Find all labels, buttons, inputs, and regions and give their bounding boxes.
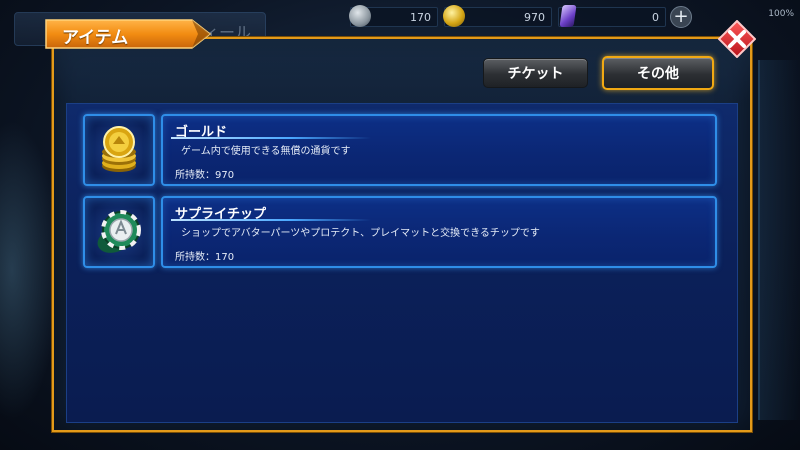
add-gem-button[interactable]: + — [670, 6, 692, 28]
supply-chip-icon — [97, 210, 141, 253]
dialog-title-tab: アイテム — [42, 18, 214, 50]
gold-count: 970 — [524, 10, 545, 24]
close-button[interactable] — [718, 20, 756, 58]
item-count: 所持数：970 — [175, 170, 235, 181]
background-right-frame — [758, 60, 800, 420]
tab-other[interactable]: その他 — [602, 56, 714, 90]
item-info-panel: ゴールド ゲーム内で使用できる無償の通貨です 所持数：970 — [161, 114, 717, 186]
chip-counter: 170 — [349, 5, 438, 27]
item-icon-frame — [83, 196, 155, 268]
item-description: ゲーム内で使用できる無償の通貨です — [181, 146, 351, 157]
tab-ticket[interactable]: チケット — [483, 58, 588, 88]
item-name-underline — [171, 219, 371, 221]
background-glow — [0, 120, 60, 420]
gold-icon — [443, 5, 465, 27]
chip-icon — [349, 5, 371, 27]
dialog-title: アイテム — [62, 28, 129, 48]
gold-counter: 970 — [443, 5, 552, 27]
item-count: 所持数：170 — [175, 252, 235, 263]
gold-coins-icon — [102, 126, 136, 172]
list-item[interactable]: サプライチップ ショップでアバターパーツやプロテクト、プレイマットと交換できるチ… — [83, 196, 719, 268]
gem-count: 0 — [652, 10, 659, 24]
gem-counter: 0 — [558, 5, 666, 27]
item-description: ショップでアバターパーツやプロテクト、プレイマットと交換できるチップです — [181, 228, 540, 239]
chip-count: 170 — [410, 10, 431, 24]
gem-icon — [559, 5, 577, 27]
item-icon-frame — [83, 114, 155, 186]
item-info-panel: サプライチップ ショップでアバターパーツやプロテクト、プレイマットと交換できるチ… — [161, 196, 717, 268]
list-item[interactable]: ゴールド ゲーム内で使用できる無償の通貨です 所持数：970 — [83, 114, 719, 186]
item-name-underline — [171, 137, 371, 139]
close-icon — [718, 20, 756, 58]
battery-indicator: 100% — [768, 9, 794, 19]
currency-bar: 170 970 0 + — [349, 5, 692, 28]
